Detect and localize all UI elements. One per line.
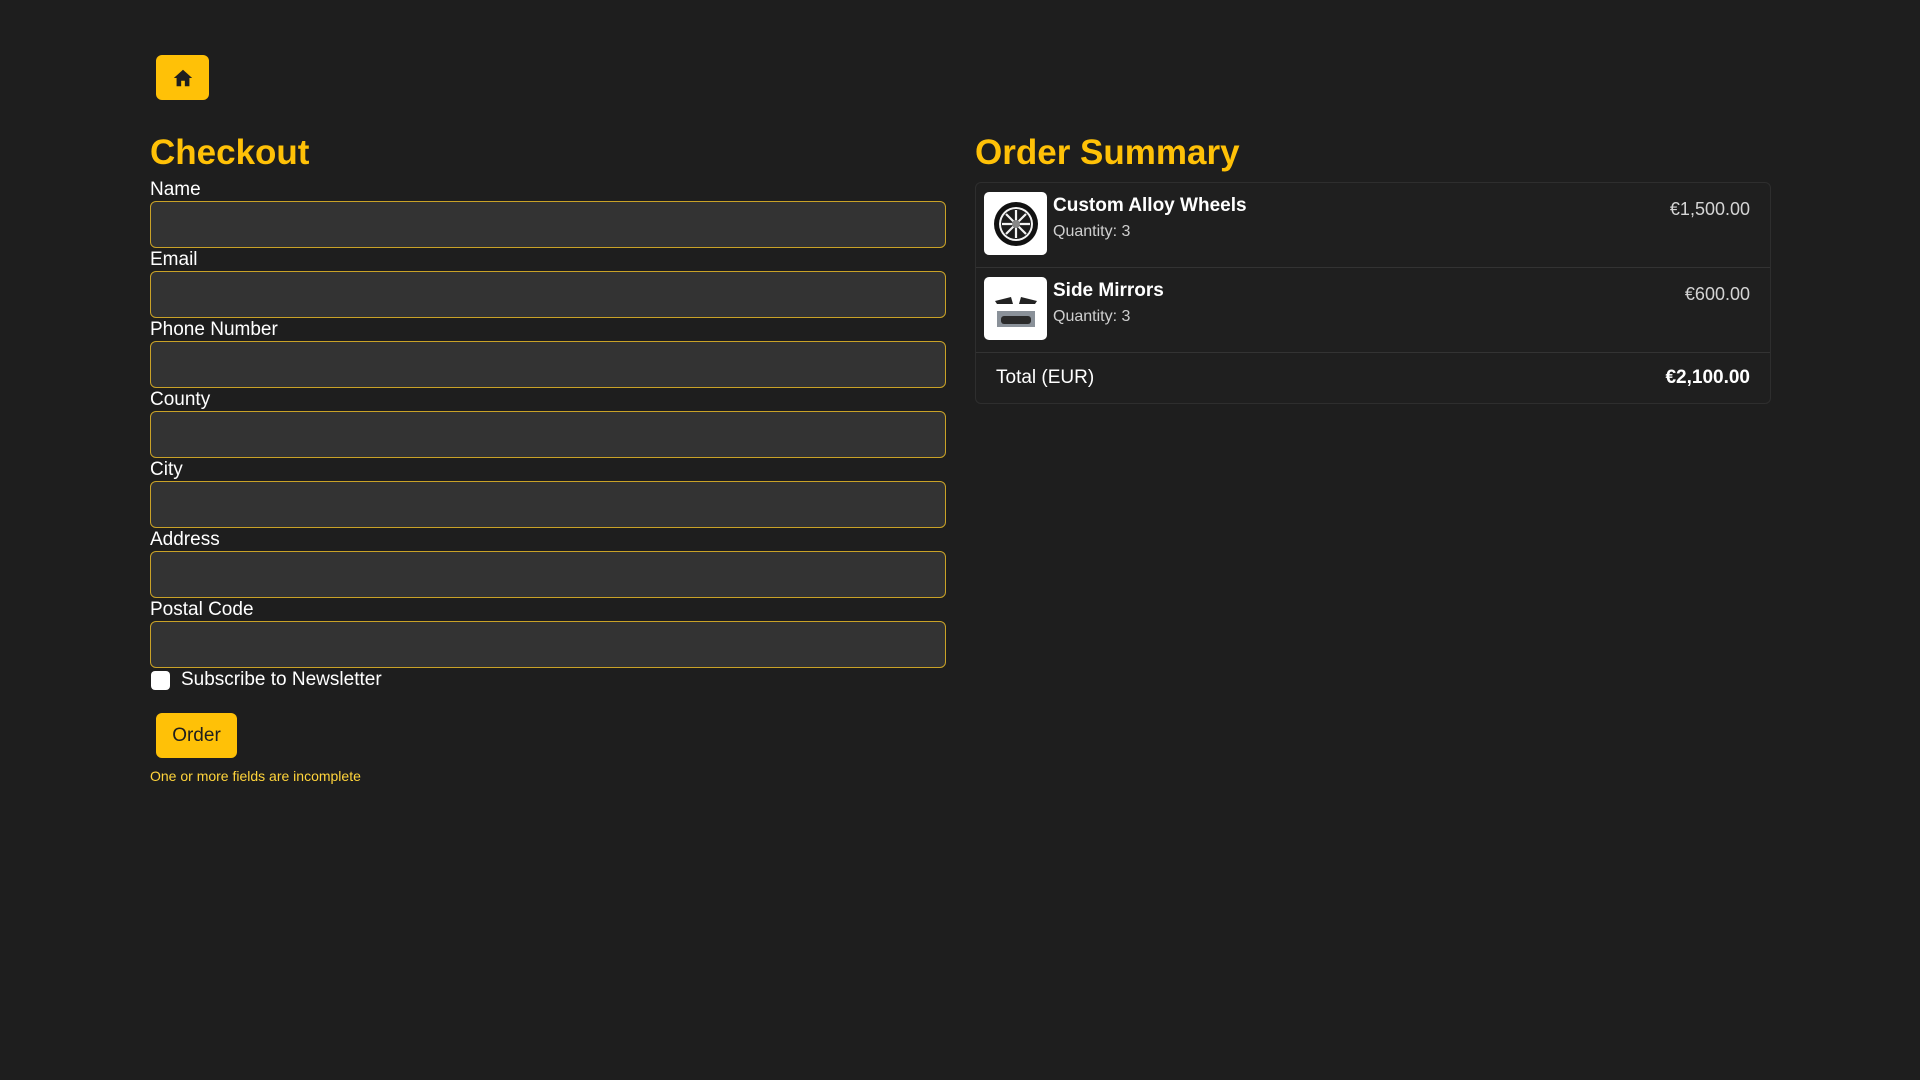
item-quantity: Quantity: 3 <box>1053 308 1131 325</box>
city-field-group: City <box>150 458 946 528</box>
address-label: Address <box>150 529 220 550</box>
home-icon <box>173 69 192 86</box>
item-price: €600.00 <box>1684 284 1750 304</box>
city-input[interactable] <box>150 481 946 528</box>
address-input[interactable] <box>150 551 946 598</box>
order-total-row: Total (EUR) €2,100.00 <box>976 353 1770 403</box>
phone-label: Phone Number <box>150 319 278 340</box>
item-name: Side Mirrors <box>1053 280 1164 301</box>
summary-item: Side Mirrors Quantity: 3 €600.00 <box>976 268 1770 353</box>
order-summary: Order Summary Custom Alloy Wheels Quanti… <box>975 128 1771 404</box>
side-mirrors-image <box>984 277 1047 340</box>
postal-code-field-group: Postal Code <box>150 598 946 668</box>
item-price: €1,500.00 <box>1669 199 1750 219</box>
newsletter-checkbox[interactable] <box>151 670 170 690</box>
email-field-group: Email <box>150 248 946 318</box>
postal-code-input[interactable] <box>150 621 946 668</box>
alloy-wheel-image <box>984 192 1047 255</box>
order-button[interactable]: Order <box>156 713 237 758</box>
total-label: Total (EUR) <box>996 367 1095 388</box>
newsletter-label: Subscribe to Newsletter <box>181 669 382 690</box>
checkout-title: Checkout <box>150 133 310 172</box>
order-summary-card: Custom Alloy Wheels Quantity: 3 €1,500.0… <box>975 182 1771 404</box>
email-input[interactable] <box>150 271 946 318</box>
city-label: City <box>150 459 183 480</box>
total-value: €2,100.00 <box>1665 367 1750 388</box>
address-field-group: Address <box>150 528 946 598</box>
name-field-group: Name <box>150 178 946 248</box>
phone-field-group: Phone Number <box>150 318 946 388</box>
name-label: Name <box>150 179 201 200</box>
item-name: Custom Alloy Wheels <box>1053 195 1247 216</box>
postal-code-label: Postal Code <box>150 599 254 620</box>
order-summary-title: Order Summary <box>975 133 1240 172</box>
county-label: County <box>150 389 211 410</box>
email-label: Email <box>150 249 198 270</box>
validation-error-message: One or more fields are incomplete <box>150 768 361 784</box>
summary-item: Custom Alloy Wheels Quantity: 3 €1,500.0… <box>976 183 1770 268</box>
name-input[interactable] <box>150 201 946 248</box>
newsletter-option: Subscribe to Newsletter <box>150 667 946 693</box>
home-button[interactable] <box>156 55 209 100</box>
county-input[interactable] <box>150 411 946 458</box>
phone-input[interactable] <box>150 341 946 388</box>
checkout-form: Checkout Name Email Phone Number County … <box>150 128 946 785</box>
item-quantity: Quantity: 3 <box>1053 223 1131 240</box>
county-field-group: County <box>150 388 946 458</box>
